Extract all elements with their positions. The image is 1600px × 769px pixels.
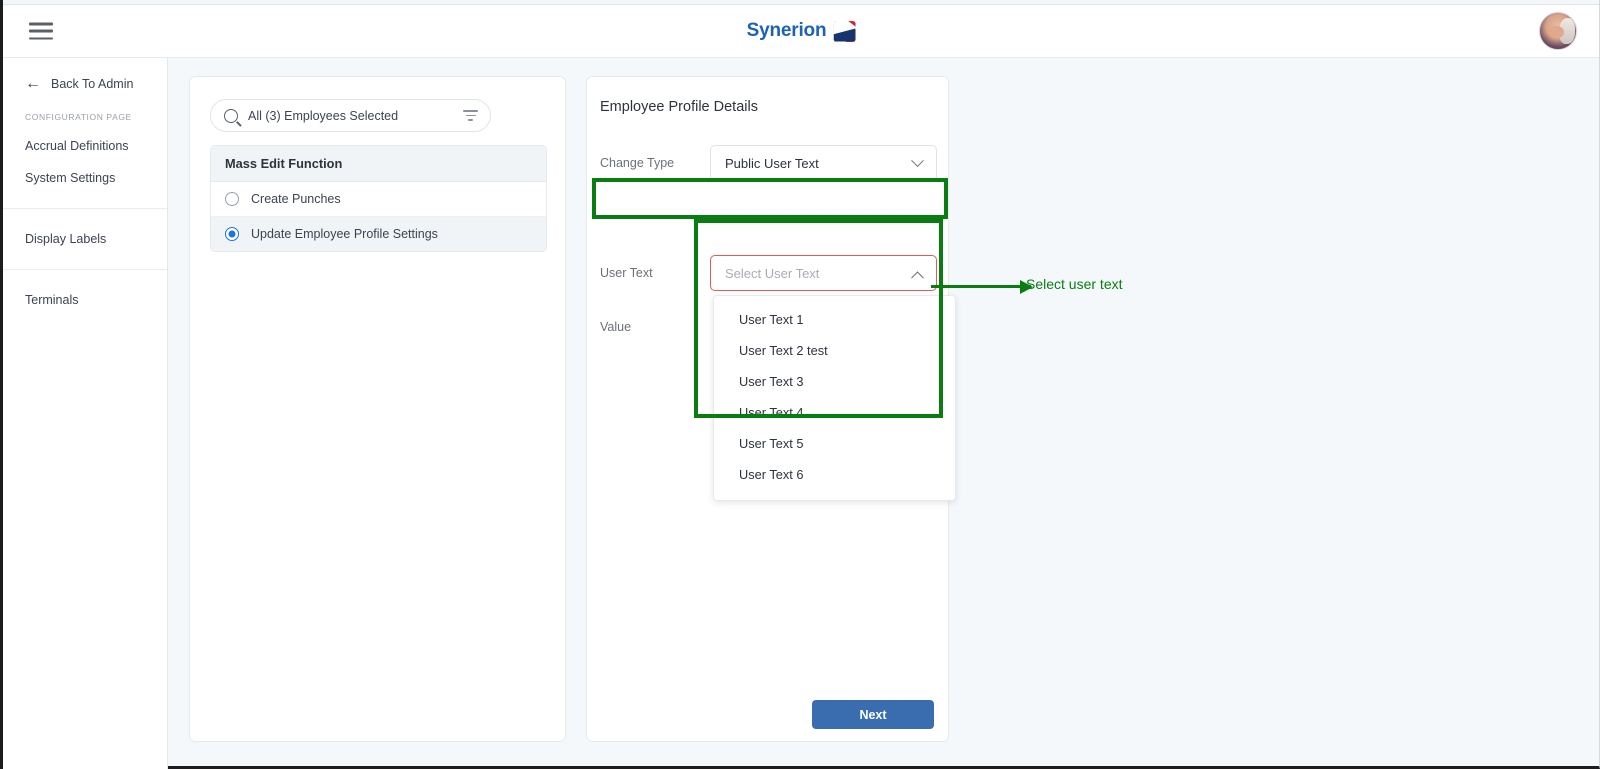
change-type-value: Public User Text — [725, 155, 819, 171]
chevron-up-icon — [911, 270, 924, 284]
sidebar-group-terminals: Terminals — [3, 269, 167, 316]
avatar[interactable] — [1539, 12, 1577, 50]
app-header: Synerion — [3, 5, 1599, 58]
radio-label-update-employee-profile-settings: Update Employee Profile Settings — [251, 227, 438, 241]
arrow-left-icon: ← — [25, 75, 41, 92]
mass-edit-function-card: Mass Edit Function Create Punches Update… — [210, 145, 547, 252]
synerion-arrow-icon — [833, 20, 856, 42]
brand-logo: Synerion — [747, 20, 856, 42]
sidebar-item-system-settings[interactable]: System Settings — [3, 162, 167, 194]
employee-search-box[interactable]: All (3) Employees Selected — [210, 99, 491, 132]
main-content: All (3) Employees Selected Mass Edit Fun… — [168, 58, 1599, 766]
user-text-row: User Text Select User Text — [600, 255, 937, 291]
annotation-label: Select user text — [1026, 276, 1123, 292]
page-title: Employee Profile Details — [600, 99, 758, 115]
sidebar-group-display: Display Labels — [3, 208, 167, 255]
sidebar-group-configuration: Accrual Definitions System Settings — [3, 122, 167, 194]
sidebar-item-terminals[interactable]: Terminals — [3, 284, 167, 316]
dropdown-option-user-text-2-test[interactable]: User Text 2 test — [714, 335, 955, 366]
user-text-select[interactable]: Select User Text — [710, 255, 937, 291]
filter-icon[interactable] — [463, 110, 478, 121]
hamburger-menu-icon[interactable] — [29, 22, 53, 40]
dropdown-option-user-text-5[interactable]: User Text 5 — [714, 428, 955, 459]
sidebar-item-accrual-definitions[interactable]: Accrual Definitions — [3, 130, 167, 162]
radio-icon-unselected — [225, 192, 239, 206]
back-to-admin-link[interactable]: ← Back To Admin — [3, 58, 167, 92]
mass-edit-function-header: Mass Edit Function — [211, 146, 546, 182]
change-type-label: Change Type — [600, 156, 675, 170]
radio-option-update-employee-profile-settings[interactable]: Update Employee Profile Settings — [211, 217, 546, 251]
dropdown-option-user-text-1[interactable]: User Text 1 — [714, 304, 955, 335]
app-window: Synerion ← Back To Admin CONFIGURATION P… — [0, 0, 1600, 769]
sidebar: ← Back To Admin CONFIGURATION PAGE Accru… — [3, 58, 168, 769]
annotation-arrow-icon — [931, 285, 1031, 288]
dropdown-option-user-text-6[interactable]: User Text 6 — [714, 459, 955, 490]
sidebar-item-display-labels[interactable]: Display Labels — [3, 223, 167, 255]
change-type-select[interactable]: Public User Text — [710, 145, 937, 181]
employee-profile-details-panel: Employee Profile Details Change Type Pub… — [586, 76, 956, 742]
employee-search-value: All (3) Employees Selected — [248, 108, 399, 123]
brand-name: Synerion — [746, 20, 827, 41]
sidebar-section-label: CONFIGURATION PAGE — [25, 112, 132, 122]
value-label: Value — [600, 320, 632, 334]
dropdown-option-user-text-4[interactable]: User Text 4 — [714, 397, 955, 428]
radio-label-create-punches: Create Punches — [251, 192, 341, 206]
employee-selection-panel: All (3) Employees Selected Mass Edit Fun… — [189, 76, 566, 742]
user-text-dropdown-list[interactable]: User Text 1 User Text 2 test User Text 3… — [713, 295, 956, 501]
change-type-row: Change Type Public User Text — [600, 145, 937, 181]
chevron-down-icon — [911, 153, 924, 167]
search-icon — [224, 108, 238, 123]
radio-icon-selected — [225, 227, 239, 241]
user-text-label: User Text — [600, 266, 653, 280]
user-text-placeholder: Select User Text — [725, 265, 820, 281]
next-button[interactable]: Next — [812, 700, 934, 729]
back-to-admin-label: Back To Admin — [51, 77, 134, 91]
radio-option-create-punches[interactable]: Create Punches — [211, 182, 546, 217]
dropdown-option-user-text-3[interactable]: User Text 3 — [714, 366, 955, 397]
